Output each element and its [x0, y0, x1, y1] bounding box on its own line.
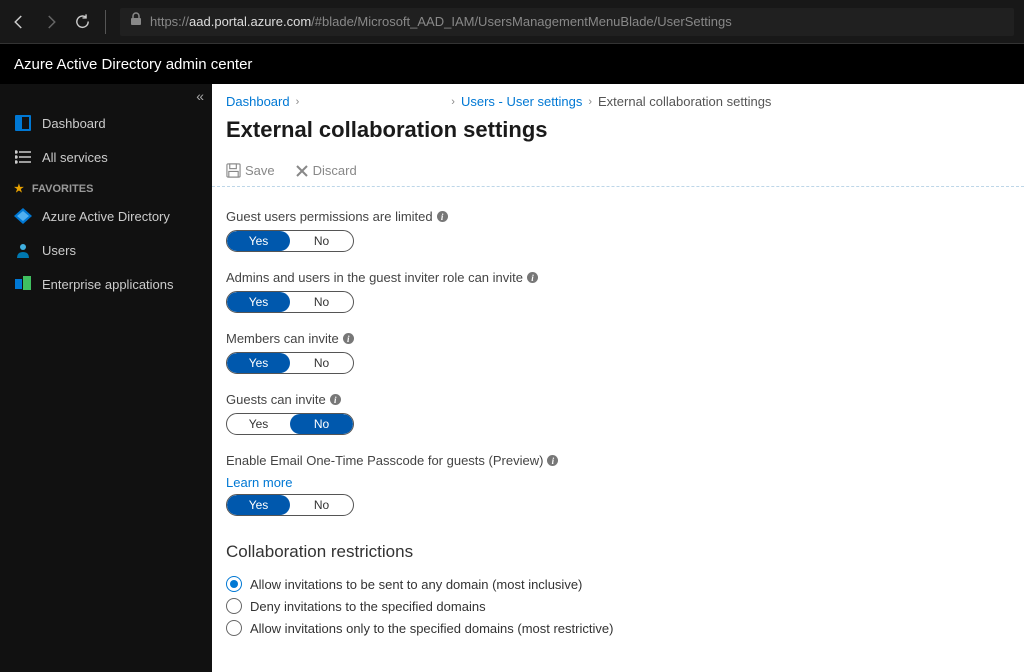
toggle-yes[interactable]: Yes: [227, 292, 290, 312]
browser-toolbar: https://aad.portal.azure.com/#blade/Micr…: [0, 0, 1024, 44]
setting-email-otp: Enable Email One-Time Passcode for guest…: [226, 453, 1010, 516]
toggle-no[interactable]: No: [290, 292, 353, 312]
list-icon: [14, 148, 32, 166]
toggle-no[interactable]: No: [290, 495, 353, 515]
breadcrumb: Dashboard › › Users - User settings › Ex…: [212, 84, 1024, 115]
radio-icon: [226, 598, 242, 614]
sidebar-item-label: All services: [42, 150, 108, 165]
back-button[interactable]: [10, 13, 28, 31]
setting-admins-invite: Admins and users in the guest inviter ro…: [226, 270, 1010, 313]
info-icon[interactable]: i: [547, 455, 558, 466]
url-text: https://aad.portal.azure.com/#blade/Micr…: [150, 14, 732, 29]
portal-title: Azure Active Directory admin center: [14, 56, 252, 73]
learn-more-link[interactable]: Learn more: [226, 475, 292, 490]
breadcrumb-dashboard[interactable]: Dashboard: [226, 94, 290, 109]
enterprise-apps-icon: [14, 275, 32, 293]
radio-icon: [226, 620, 242, 636]
radio-icon: [226, 576, 242, 592]
save-label: Save: [245, 163, 275, 178]
info-icon[interactable]: i: [330, 394, 341, 405]
save-button[interactable]: Save: [226, 163, 275, 178]
page-title: External collaboration settings: [212, 115, 1024, 153]
discard-label: Discard: [313, 163, 357, 178]
info-icon[interactable]: i: [527, 272, 538, 283]
toggle-yes[interactable]: Yes: [227, 495, 290, 515]
sidebar-item-label: Azure Active Directory: [42, 209, 170, 224]
sidebar: « Dashboard All services ★ FAVORITES Azu…: [0, 84, 212, 672]
radio-deny-specified[interactable]: Deny invitations to the specified domain…: [226, 598, 1010, 614]
dashboard-icon: [14, 114, 32, 132]
info-icon[interactable]: i: [437, 211, 448, 222]
toggle-guests-invite[interactable]: Yes No: [226, 413, 354, 435]
collab-restrictions-heading: Collaboration restrictions: [226, 542, 1010, 562]
radio-allow-any-domain[interactable]: Allow invitations to be sent to any doma…: [226, 576, 1010, 592]
refresh-button[interactable]: [74, 13, 91, 30]
setting-label: Members can invite: [226, 331, 339, 346]
toggle-no[interactable]: No: [290, 414, 353, 434]
toggle-members-invite[interactable]: Yes No: [226, 352, 354, 374]
sidebar-favorites-header: ★ FAVORITES: [0, 174, 212, 199]
radio-label: Allow invitations to be sent to any doma…: [250, 577, 582, 592]
toggle-email-otp[interactable]: Yes No: [226, 494, 354, 516]
toggle-yes[interactable]: Yes: [227, 414, 290, 434]
sidebar-section-label: FAVORITES: [32, 183, 94, 195]
radio-allow-specified-only[interactable]: Allow invitations only to the specified …: [226, 620, 1010, 636]
url-bar[interactable]: https://aad.portal.azure.com/#blade/Micr…: [120, 8, 1014, 36]
discard-button[interactable]: Discard: [295, 163, 357, 178]
toggle-guest-permissions[interactable]: Yes No: [226, 230, 354, 252]
aad-icon: [14, 207, 32, 225]
sidebar-item-dashboard[interactable]: Dashboard: [0, 106, 212, 140]
sidebar-item-aad[interactable]: Azure Active Directory: [0, 199, 212, 233]
toolbar-separator: [105, 10, 106, 34]
radio-label: Deny invitations to the specified domain…: [250, 599, 486, 614]
collapse-sidebar-button[interactable]: «: [196, 88, 204, 104]
chevron-right-icon: ›: [451, 96, 455, 108]
toggle-no[interactable]: No: [290, 231, 353, 251]
toggle-yes[interactable]: Yes: [227, 353, 290, 373]
sidebar-item-users[interactable]: Users: [0, 233, 212, 267]
forward-button[interactable]: [42, 13, 60, 31]
sidebar-item-enterprise-apps[interactable]: Enterprise applications: [0, 267, 212, 301]
toggle-yes[interactable]: Yes: [227, 231, 290, 251]
user-icon: [14, 241, 32, 259]
sidebar-item-label: Users: [42, 243, 76, 258]
toggle-no[interactable]: No: [290, 353, 353, 373]
setting-guest-permissions: Guest users permissions are limited i Yes…: [226, 209, 1010, 252]
info-icon[interactable]: i: [343, 333, 354, 344]
breadcrumb-current: External collaboration settings: [598, 94, 771, 109]
chevron-right-icon: ›: [296, 96, 300, 108]
setting-label: Enable Email One-Time Passcode for guest…: [226, 453, 543, 468]
setting-guests-invite: Guests can invite i Yes No: [226, 392, 1010, 435]
sidebar-item-label: Enterprise applications: [42, 277, 174, 292]
breadcrumb-users[interactable]: Users - User settings: [461, 94, 582, 109]
lock-icon: [130, 12, 142, 31]
sidebar-item-all-services[interactable]: All services: [0, 140, 212, 174]
setting-label: Guest users permissions are limited: [226, 209, 433, 224]
setting-label: Admins and users in the guest inviter ro…: [226, 270, 523, 285]
toggle-admins-invite[interactable]: Yes No: [226, 291, 354, 313]
star-icon: ★: [14, 182, 24, 195]
portal-header: Azure Active Directory admin center: [0, 44, 1024, 84]
blade-toolbar: Save Discard: [212, 153, 1024, 187]
sidebar-item-label: Dashboard: [42, 116, 106, 131]
setting-label: Guests can invite: [226, 392, 326, 407]
chevron-right-icon: ›: [588, 96, 592, 108]
main-content: Dashboard › › Users - User settings › Ex…: [212, 84, 1024, 672]
setting-members-invite: Members can invite i Yes No: [226, 331, 1010, 374]
radio-label: Allow invitations only to the specified …: [250, 621, 613, 636]
